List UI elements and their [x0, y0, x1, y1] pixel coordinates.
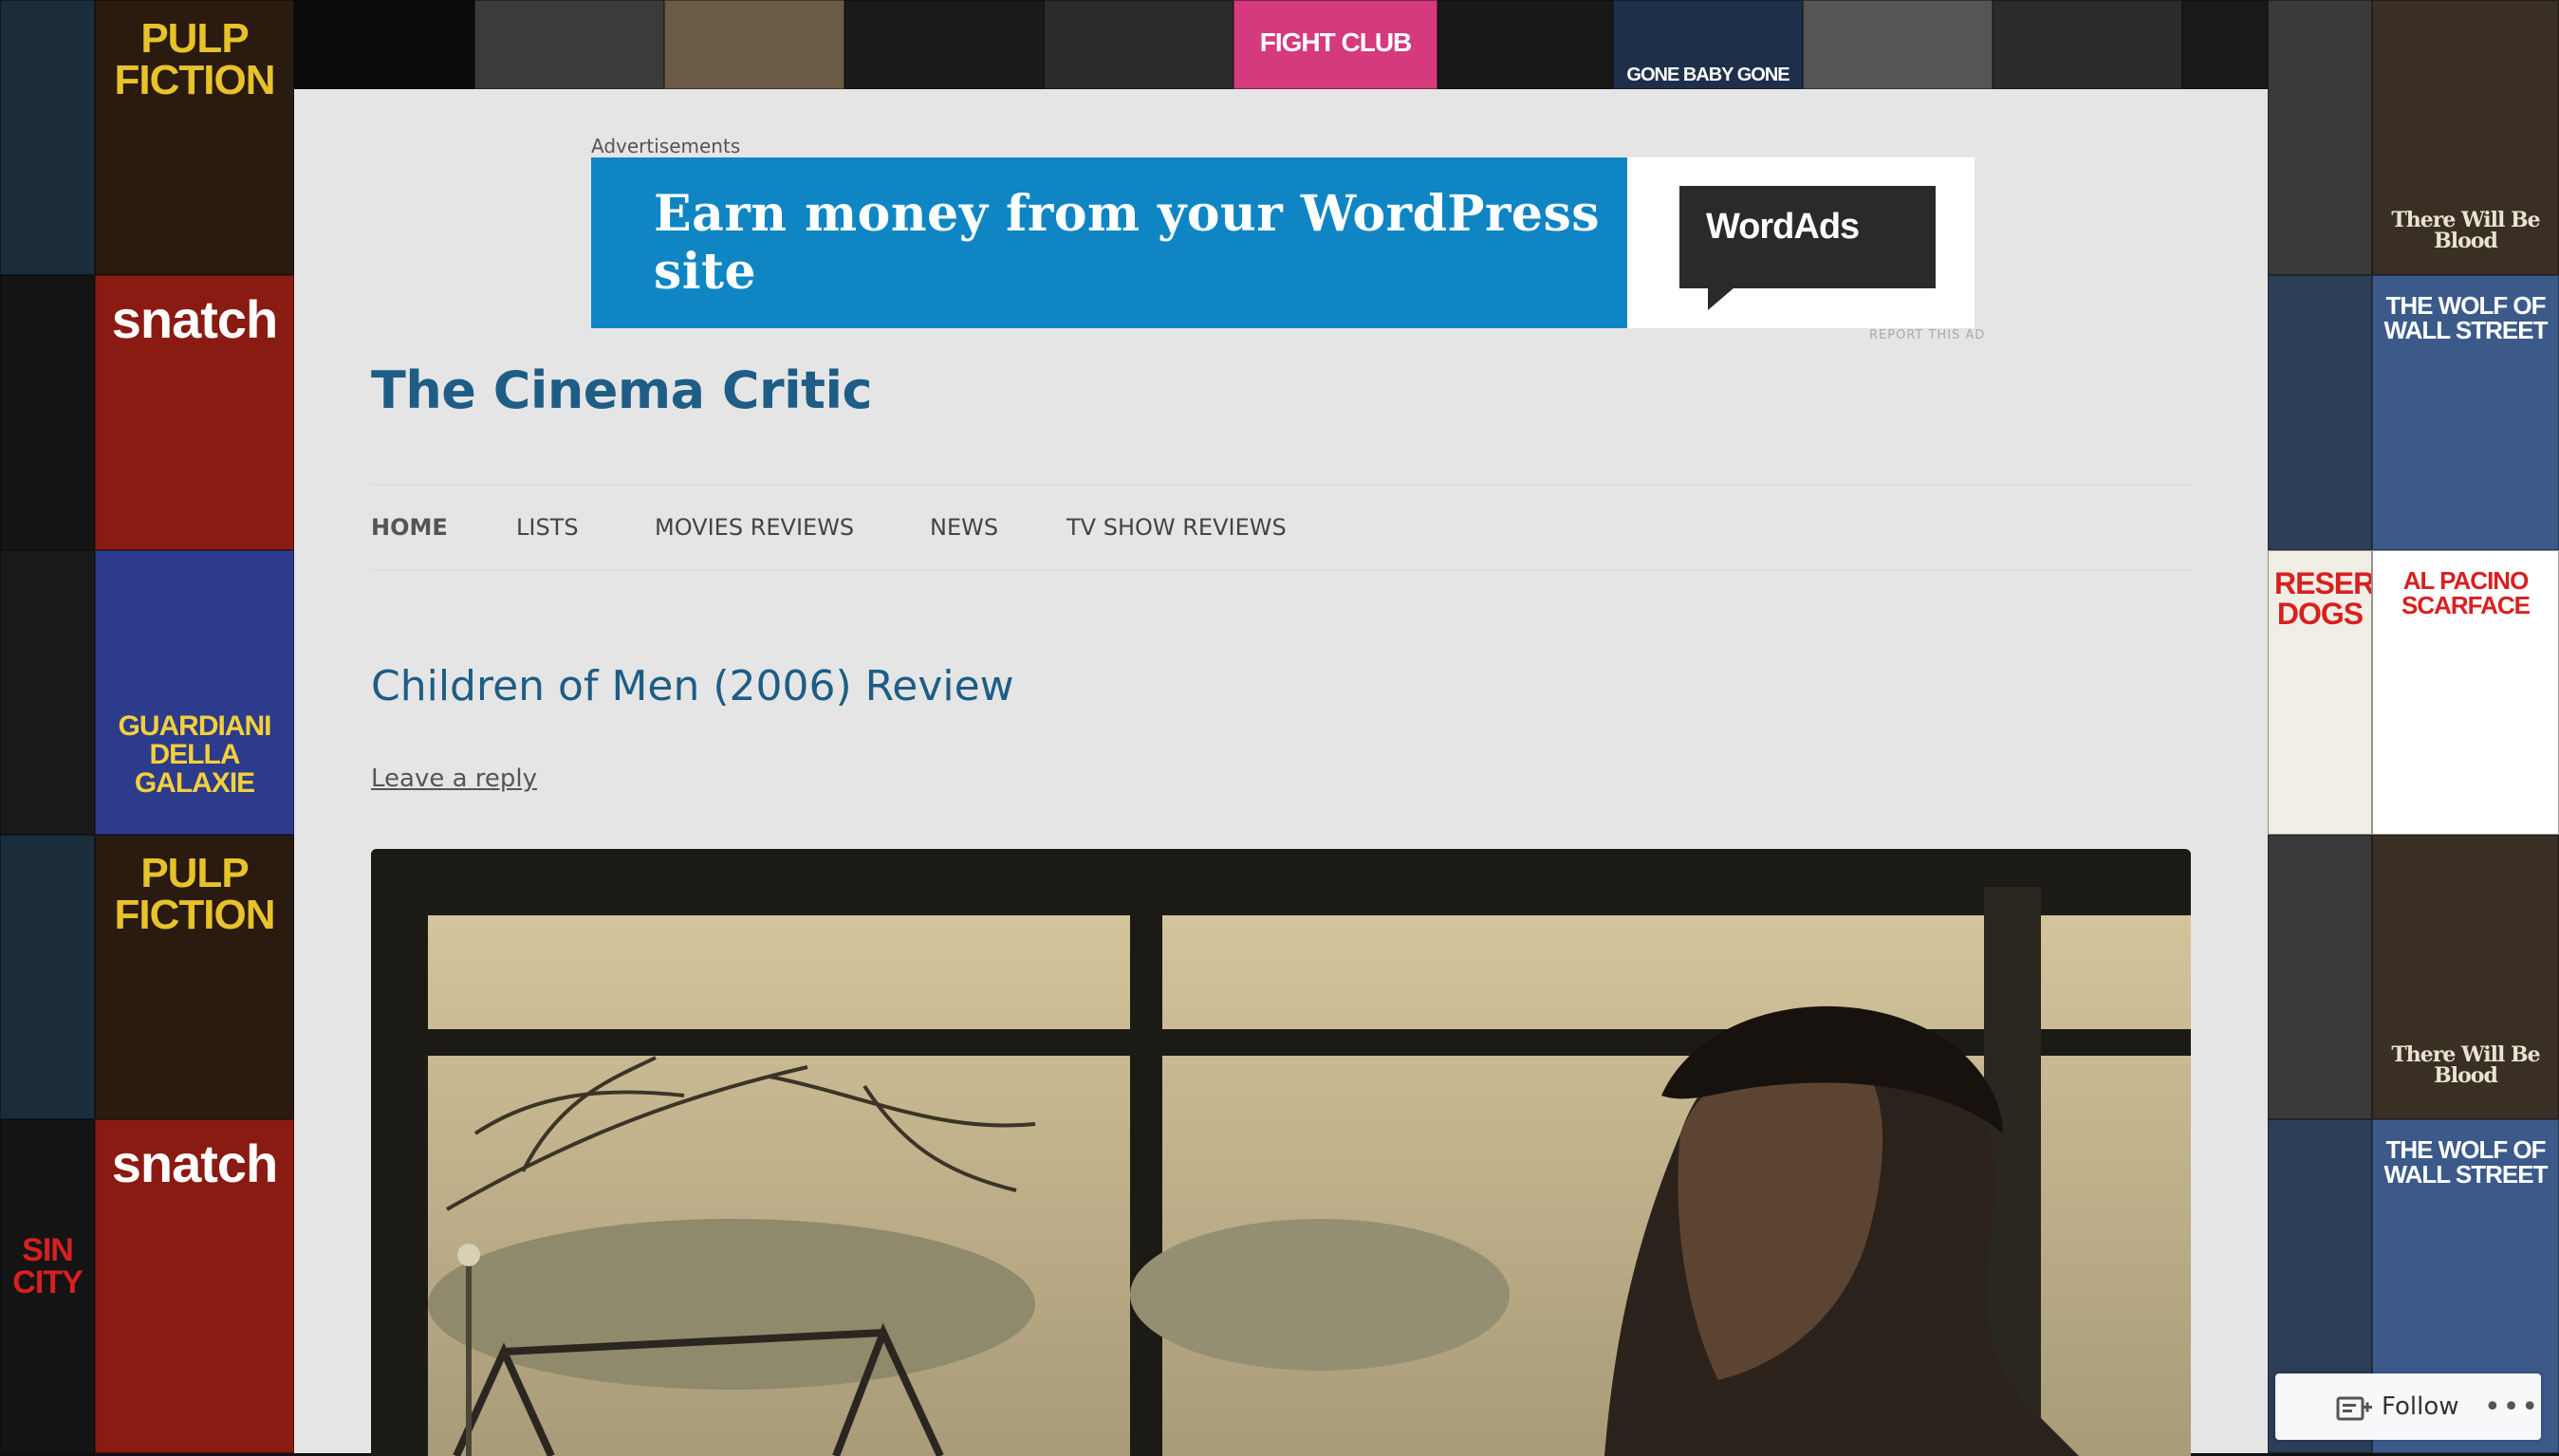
nav-item-home[interactable]: HOME: [371, 514, 448, 541]
poster: [1437, 0, 1613, 89]
wordads-speech-tail: [1708, 287, 1734, 310]
wordads-logo-text: WordAds: [1706, 207, 1860, 247]
wordads-logo[interactable]: WordAds: [1679, 186, 1936, 288]
poster: [1044, 0, 1233, 89]
poster: RESERVOIR DOGS: [2268, 550, 2372, 835]
poster-title: There Will Be Blood: [2391, 208, 2540, 253]
main-navigation: HOME LISTS MOVIES REVIEWS NEWS TV SHOW R…: [371, 484, 2191, 571]
poster: snatch: [95, 1119, 294, 1453]
poster-title: FIGHT CLUB: [1259, 28, 1413, 57]
poster: [0, 0, 95, 275]
follow-button[interactable]: Follow •••: [2275, 1373, 2541, 1440]
poster: There Will Be Blood: [2372, 0, 2559, 275]
poster: THE WOLF OF WALL STREET: [2372, 275, 2559, 550]
poster: GONE BABY GONE: [1613, 0, 1803, 89]
featured-image-scene: [371, 849, 2191, 1456]
poster: PULP FICTION: [95, 0, 294, 275]
page-panel: Advertisements Earn money from your Word…: [294, 89, 2268, 1456]
nav-item-tv-show-reviews[interactable]: TV SHOW REVIEWS: [1066, 514, 1287, 541]
poster-title: GUARDIANI DELLA GALAXIE: [118, 710, 272, 799]
ad-label: Advertisements: [591, 135, 741, 157]
poster-title: snatch: [111, 289, 279, 349]
poster-title: RESERVOIR DOGS: [2274, 566, 2372, 631]
poster: [1803, 0, 1993, 89]
poster-title: snatch: [111, 1133, 279, 1193]
poster: [2268, 0, 2372, 275]
poster: [0, 550, 95, 835]
poster-title: SIN CITY: [12, 1232, 83, 1300]
poster: AL PACINO SCARFACE: [2372, 550, 2559, 835]
poster: [0, 835, 95, 1119]
more-options-icon[interactable]: •••: [2484, 1391, 2540, 1424]
poster: There Will Be Blood: [2372, 835, 2559, 1119]
ad-banner-text: Earn money from your WordPress site: [654, 185, 1601, 301]
ad-banner[interactable]: Earn money from your WordPress site: [591, 157, 1627, 328]
poster: [2182, 0, 2268, 89]
leave-reply-link[interactable]: Leave a reply: [371, 765, 537, 793]
poster-title: PULP FICTION: [114, 850, 276, 938]
poster: PULP FICTION: [95, 835, 294, 1119]
poster-title: THE WOLF OF WALL STREET: [2383, 1135, 2549, 1189]
poster: SIN CITY: [0, 1119, 95, 1453]
poster-title: THE WOLF OF WALL STREET: [2383, 291, 2549, 344]
poster-title: There Will Be Blood: [2391, 1042, 2540, 1088]
poster: [664, 0, 844, 89]
reader-follow-icon: [2336, 1394, 2372, 1427]
poster: [2268, 275, 2372, 550]
follow-label: Follow: [2382, 1392, 2459, 1421]
poster: FIGHT CLUB: [1233, 0, 1437, 89]
poster: [844, 0, 1044, 89]
site-title[interactable]: The Cinema Critic: [371, 360, 873, 420]
featured-image[interactable]: [371, 849, 2191, 1456]
poster: [294, 0, 474, 89]
nav-item-movies-reviews[interactable]: MOVIES REVIEWS: [655, 514, 854, 541]
nav-item-news[interactable]: NEWS: [930, 514, 998, 541]
poster: [1993, 0, 2182, 89]
poster: [474, 0, 664, 89]
poster: [0, 275, 95, 550]
poster-title: PULP FICTION: [114, 15, 276, 103]
post-title[interactable]: Children of Men (2006) Review: [371, 662, 1014, 710]
poster: GUARDIANI DELLA GALAXIE: [95, 550, 294, 835]
poster: [2268, 835, 2372, 1119]
poster-title: AL PACINO SCARFACE: [2401, 566, 2531, 619]
nav-item-lists[interactable]: LISTS: [516, 514, 579, 541]
poster: snatch: [95, 275, 294, 550]
poster-title: GONE BABY GONE: [1626, 65, 1789, 85]
report-ad-link[interactable]: REPORT THIS AD: [1869, 328, 1985, 342]
